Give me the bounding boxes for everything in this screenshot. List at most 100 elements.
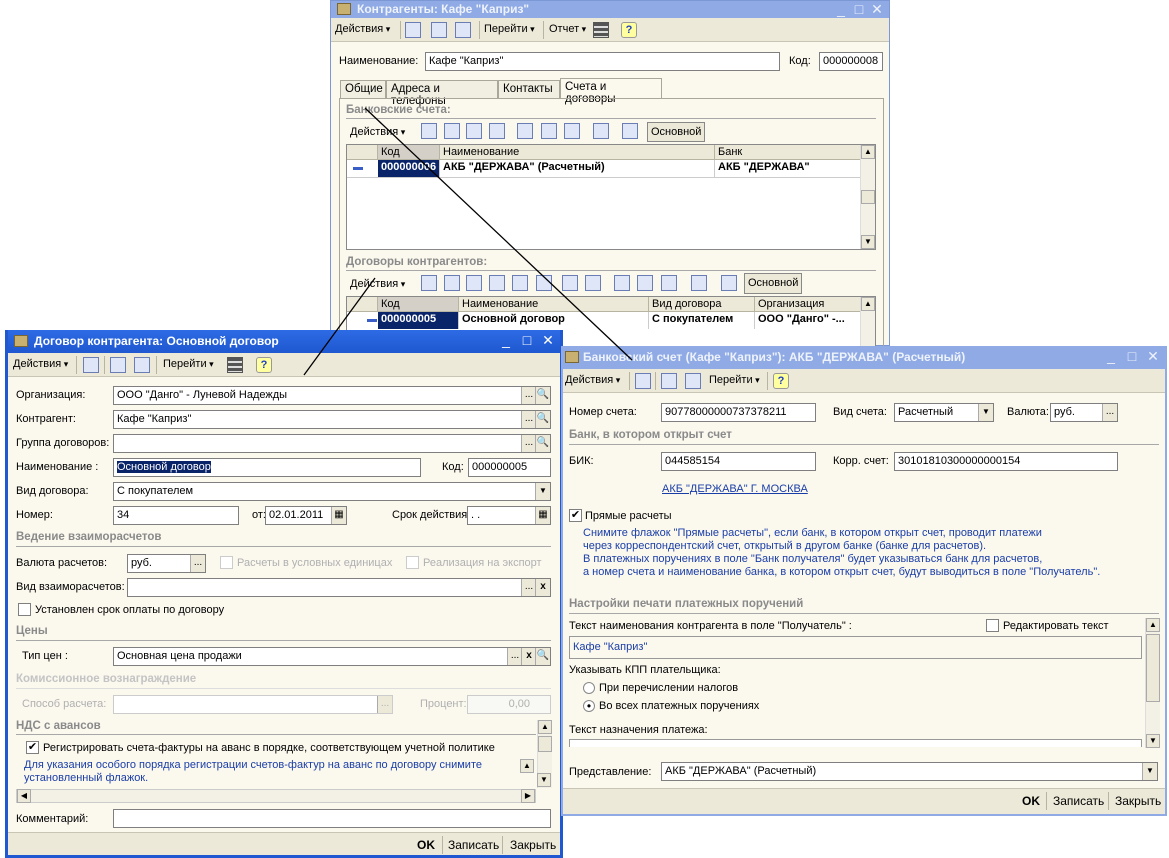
- code-field[interactable]: 000000008: [819, 52, 883, 71]
- copy-icon[interactable]: [685, 373, 701, 389]
- vertical-scrollbar[interactable]: ▲ ▼: [860, 145, 875, 249]
- tab-accounts-contracts[interactable]: Счета и договоры: [560, 78, 662, 105]
- search-icon[interactable]: 🔍: [535, 435, 550, 452]
- chevron-down-icon[interactable]: ▼: [978, 404, 993, 421]
- select-button[interactable]: ...: [521, 435, 536, 452]
- account-number-field[interactable]: 90778000000737378211: [661, 403, 816, 422]
- column-header-name[interactable]: Наименование: [459, 297, 649, 312]
- kpp-radio-all[interactable]: •: [583, 700, 595, 712]
- actions-menu[interactable]: Действия: [565, 374, 620, 386]
- scroll-up-button[interactable]: ▲: [1146, 618, 1160, 632]
- goto-menu[interactable]: Перейти: [484, 23, 535, 35]
- ok-button[interactable]: OK: [1022, 794, 1040, 808]
- hint-scroll-down-button[interactable]: ▼: [537, 773, 551, 787]
- tab-addresses[interactable]: Адреса и телефоны: [386, 80, 498, 107]
- bank-accounts-table[interactable]: Код Наименование Банк 000000006 АКБ "ДЕР…: [346, 144, 876, 250]
- horizontal-scrollbar[interactable]: ◀ ▶: [16, 789, 536, 803]
- refresh-icon[interactable]: [661, 373, 677, 389]
- scroll-down-button[interactable]: ▼: [861, 235, 875, 249]
- cell-name[interactable]: АКБ "ДЕРЖАВА" (Расчетный): [440, 160, 715, 177]
- edit-icon[interactable]: [489, 275, 505, 291]
- write-button[interactable]: Записать: [448, 838, 499, 852]
- purpose-field[interactable]: [569, 739, 1142, 747]
- copy-icon[interactable]: [455, 22, 471, 38]
- save-close-icon[interactable]: [405, 22, 421, 38]
- help-icon[interactable]: ?: [621, 22, 637, 38]
- maximize-button[interactable]: □: [1124, 348, 1140, 364]
- clear-icon[interactable]: x: [521, 648, 536, 665]
- add-copy-icon[interactable]: [444, 123, 460, 139]
- filter-icon[interactable]: [614, 275, 630, 291]
- scroll-thumb[interactable]: [538, 736, 552, 752]
- comment-field[interactable]: [113, 809, 551, 828]
- close-button[interactable]: ✕: [1145, 348, 1161, 364]
- counterparty-title-bar[interactable]: Контрагенты: Кафе "Каприз" _ □ ✕: [331, 1, 889, 18]
- contracts-actions-menu[interactable]: Действия: [350, 278, 405, 290]
- calendar-icon[interactable]: ▦: [331, 507, 346, 524]
- clear-icon[interactable]: x: [535, 579, 550, 596]
- edit-text-checkbox[interactable]: [986, 619, 999, 632]
- select-button[interactable]: ...: [521, 387, 536, 404]
- level-down-icon[interactable]: [562, 275, 578, 291]
- actions-menu[interactable]: Действия: [13, 358, 68, 370]
- cell-code[interactable]: 000000005: [378, 312, 459, 329]
- select-button[interactable]: ...: [521, 411, 536, 428]
- scroll-thumb[interactable]: [861, 190, 875, 204]
- recipient-text-field[interactable]: Кафе "Каприз": [569, 636, 1142, 659]
- maximize-button[interactable]: □: [519, 332, 535, 348]
- presentation-select[interactable]: АКБ "ДЕРЖАВА" (Расчетный) ▼: [661, 762, 1158, 781]
- add-copy-icon[interactable]: [466, 275, 482, 291]
- filter-icon[interactable]: [517, 123, 533, 139]
- payment-term-checkbox[interactable]: [18, 603, 31, 616]
- refresh-list-icon[interactable]: [622, 123, 638, 139]
- edit-icon[interactable]: [466, 123, 482, 139]
- column-header-bank[interactable]: Банк: [715, 145, 861, 160]
- minimize-button[interactable]: _: [498, 332, 514, 348]
- scroll-down-button[interactable]: ▼: [1146, 734, 1160, 748]
- account-kind-select[interactable]: Расчетный ▼: [894, 403, 994, 422]
- ok-button[interactable]: OK: [417, 838, 435, 852]
- price-type-field[interactable]: Основная цена продажи... x 🔍: [113, 647, 551, 666]
- select-button[interactable]: ...: [1102, 404, 1117, 421]
- bank-account-title-bar[interactable]: Банковский счет (Кафе "Каприз"): АКБ "ДЕ…: [563, 346, 1165, 369]
- number-field[interactable]: 34: [113, 506, 239, 525]
- search-icon[interactable]: 🔍: [535, 387, 550, 404]
- close-button[interactable]: ✕: [540, 332, 556, 348]
- export-checkbox[interactable]: [406, 556, 419, 569]
- contract-title-bar[interactable]: Договор контрагента: Основной договор _ …: [8, 330, 560, 353]
- hint-scroll-up-button[interactable]: ▲: [520, 759, 534, 773]
- calendar-icon[interactable]: ▦: [535, 507, 550, 524]
- kpp-radio-taxes[interactable]: [583, 682, 595, 694]
- scroll-up-button[interactable]: ▲: [861, 145, 875, 159]
- cell-type[interactable]: С покупателем: [649, 312, 755, 329]
- help-icon[interactable]: ?: [256, 357, 272, 373]
- help-icon[interactable]: ?: [773, 373, 789, 389]
- refresh-list-icon[interactable]: [721, 275, 737, 291]
- direct-settlements-checkbox[interactable]: ✔: [569, 509, 582, 522]
- tab-general[interactable]: Общие: [340, 80, 386, 98]
- filter-history-icon[interactable]: [564, 123, 580, 139]
- refresh-icon[interactable]: [431, 22, 447, 38]
- name-field[interactable]: Кафе "Каприз": [425, 52, 780, 71]
- filter-value-icon[interactable]: [637, 275, 653, 291]
- refresh-icon[interactable]: [110, 357, 126, 373]
- chevron-down-icon[interactable]: ▼: [1142, 763, 1157, 780]
- conventional-units-checkbox[interactable]: [220, 556, 233, 569]
- column-header-type[interactable]: Вид договора: [649, 297, 755, 312]
- chevron-down-icon[interactable]: ▼: [535, 483, 550, 500]
- counterparty-field[interactable]: Кафе "Каприз"... 🔍: [113, 410, 551, 429]
- column-header-organization[interactable]: Организация: [755, 297, 861, 312]
- filter-value-icon[interactable]: [541, 123, 557, 139]
- minimize-button[interactable]: _: [1103, 348, 1119, 364]
- settlement-type-field[interactable]: ... x: [127, 578, 551, 597]
- scroll-up-button[interactable]: ▲: [861, 297, 875, 311]
- cell-organization[interactable]: ООО "Данго" -...: [755, 312, 861, 329]
- clear-filter-icon[interactable]: [691, 275, 707, 291]
- maximize-button[interactable]: □: [851, 1, 867, 17]
- column-header-code[interactable]: Код: [378, 297, 459, 312]
- column-header-code[interactable]: Код: [378, 145, 440, 160]
- delete-icon[interactable]: [512, 275, 528, 291]
- close-dialog-button[interactable]: Закрыть: [510, 838, 556, 852]
- search-icon[interactable]: 🔍: [535, 648, 550, 665]
- cell-code[interactable]: 000000006: [378, 160, 440, 177]
